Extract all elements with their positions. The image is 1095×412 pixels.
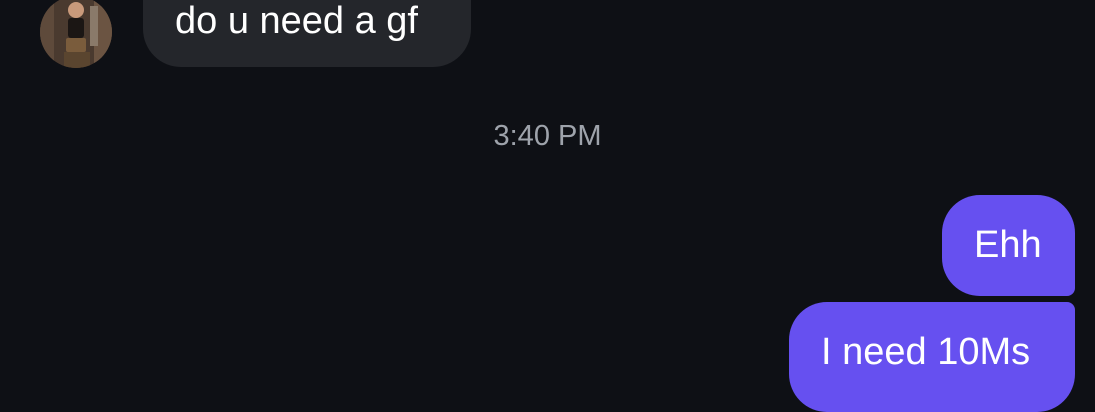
outgoing-message-bubble[interactable]: I need 10Ms <box>789 302 1075 412</box>
incoming-message-text: do u need a gf <box>175 0 418 42</box>
contact-avatar[interactable] <box>40 0 112 68</box>
outgoing-message-text: I need 10Ms <box>821 331 1031 373</box>
outgoing-message-bubble[interactable]: Ehh <box>942 195 1075 296</box>
avatar-photo-icon <box>40 0 112 68</box>
message-timestamp: 3:40 PM <box>493 120 602 152</box>
outgoing-message-text: Ehh <box>974 224 1042 266</box>
incoming-message-bubble[interactable]: do u need a gf <box>143 0 471 67</box>
